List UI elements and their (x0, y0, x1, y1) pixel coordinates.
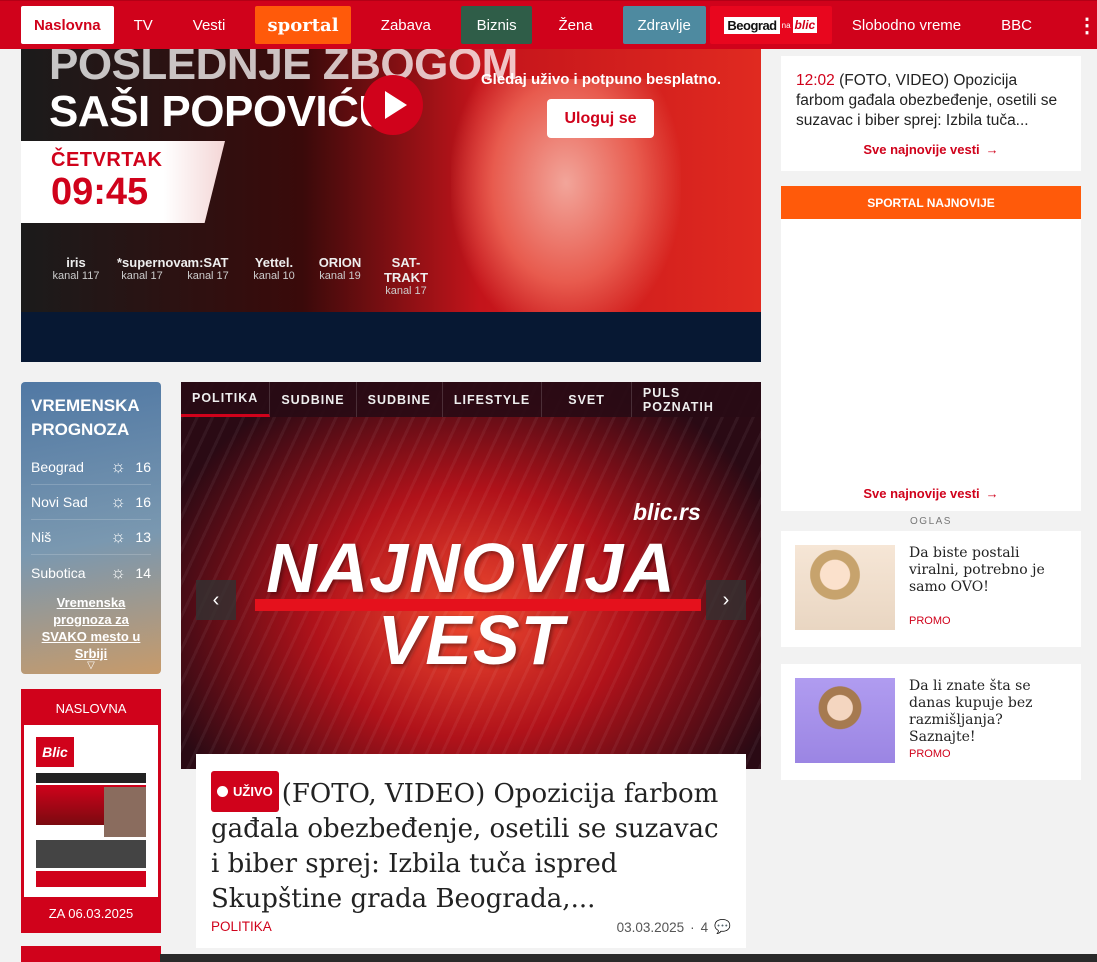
chevron-down-icon[interactable]: ▽ (31, 660, 151, 671)
promo-image (795, 545, 895, 630)
tab-puls-poznatih[interactable]: PULS POZNATIH (632, 382, 761, 417)
nav-tv[interactable]: TV (114, 6, 173, 44)
live-badge: UŽIVO (211, 771, 279, 812)
nav-zdravlje[interactable]: Zdravlje (622, 6, 706, 44)
tab-sudbine[interactable]: SUDBINE (270, 382, 357, 417)
channel-logo: m:SAT kanal 17 (187, 255, 229, 282)
nav-naslovna[interactable]: Naslovna (21, 6, 114, 44)
nav-sportal[interactable]: sportal (255, 6, 351, 44)
channel-logo: *supernova kanal 17 (117, 255, 188, 282)
tab-lifestyle[interactable]: LIFESTYLE (443, 382, 543, 417)
weather-row[interactable]: Novi Sad ☼ 16 (31, 485, 151, 520)
nav-zena[interactable]: Žena (538, 6, 612, 44)
main-story-image[interactable]: POLITIKA SUDBINE SUDBINE LIFESTYLE SVET … (181, 382, 761, 769)
comment-count[interactable]: 4 (701, 920, 709, 935)
weather-widget: VREMENSKA PROGNOZA Beograd ☼ 16 Novi Sad ☼ 1… (21, 382, 161, 674)
more-menu-icon[interactable]: ⋮ (1077, 13, 1097, 38)
comment-icon[interactable]: 💬 (714, 919, 731, 935)
broadcast-time: ČETVRTAK 09:45 (21, 141, 225, 223)
story-category[interactable]: POLITIKA (211, 919, 272, 935)
tab-svet[interactable]: SVET (542, 382, 632, 417)
latest-news-item[interactable]: 12:02 (FOTO, VIDEO) Opozicija farbom gađ… (796, 71, 1066, 131)
nav-vesti[interactable]: Vesti (173, 6, 246, 44)
front-page-title: NASLOVNA (55, 701, 127, 716)
weather-row[interactable]: Beograd ☼ 16 (31, 450, 151, 485)
promo-card[interactable]: Da biste postali viralni, potrebno je sa… (781, 531, 1081, 647)
weather-row[interactable]: Subotica ☼ 14 (31, 555, 151, 590)
live-dot-icon (217, 786, 228, 797)
channel-logo: Yettel. kanal 10 (253, 255, 295, 282)
front-page-date: ZA 06.03.2025 (48, 906, 134, 921)
weather-title: VREMENSKA PROGNOZA (31, 396, 139, 439)
all-latest-news-link[interactable]: Sve najnovije vesti → (796, 142, 1066, 157)
arrow-right-icon: → (985, 142, 999, 157)
sportal-all-news-link[interactable]: Sve najnovije vesti → (781, 486, 1081, 501)
promo-card[interactable]: Da li znate šta se danas kupuje bez razm… (781, 664, 1081, 780)
promo-image (795, 678, 895, 763)
chevron-right-icon: › (722, 588, 730, 611)
banner-title: POSLEDNJE ZBOGOM SAŠI POPOVIĆU (49, 49, 518, 136)
tv-promo-banner[interactable]: POSLEDNJE ZBOGOM SAŠI POPOVIĆU ČETVRTAK … (21, 49, 761, 312)
sun-icon: ☼ (110, 562, 126, 582)
nav-slobodno-vreme[interactable]: Slobodno vreme (832, 6, 981, 44)
weather-all-locations-link[interactable]: Vremenska prognoza za SVAKO mesto u Srbi… (31, 594, 151, 662)
chevron-left-icon: ‹ (212, 588, 220, 611)
nav-biznis[interactable]: Biznis (460, 6, 533, 44)
channel-logo: ORION kanal 19 (318, 255, 362, 282)
beograd-na-blic-logo: Beograd na blic (724, 16, 818, 34)
tab-sudbine[interactable]: SUDBINE (357, 382, 443, 417)
story-meta: POLITIKA 03.03.2025 · 4 💬 (211, 919, 731, 935)
blic-rs-logo: blic.rs (633, 499, 701, 525)
top-nav: Naslovna TV Vesti sportal Zabava Biznis … (0, 0, 1097, 49)
latest-news-box: 12:02 (FOTO, VIDEO) Opozicija farbom gađ… (781, 56, 1081, 171)
sportal-latest-header: SPORTAL NAJNOVIJE (781, 186, 1081, 219)
tab-politika[interactable]: POLITIKA (181, 382, 271, 417)
blic-logo: Blic (36, 737, 74, 767)
banner-cta-text: Gledaj uživo i potpuno besplatno. (481, 71, 721, 88)
login-button[interactable]: Uloguj se (547, 99, 654, 138)
slider-prev-button[interactable]: ‹ (196, 580, 236, 620)
nav-zabava[interactable]: Zabava (361, 6, 451, 44)
channel-list: iris kanal 117 *supernova kanal 17 m:SAT ka… (51, 255, 431, 297)
sun-icon: ☼ (110, 527, 126, 546)
channel-logo: SAT-TRAKT kanal 17 (383, 255, 429, 297)
bottom-bar (160, 954, 1097, 962)
arrow-right-icon: → (985, 486, 999, 501)
nav-bbc[interactable]: BBC (981, 6, 1052, 44)
front-page-widget[interactable]: NASLOVNA Blic ZA 06.03.2025 (21, 689, 161, 933)
category-tabs: POLITIKA SUDBINE SUDBINE LIFESTYLE SVET … (181, 382, 761, 417)
sportal-latest-box: SPORTAL NAJNOVIJE Sve najnovije vesti → (781, 186, 1081, 511)
sun-icon: ☼ (110, 457, 126, 476)
banner-bottom-strip (21, 312, 761, 362)
image-text-najnovija: NAJNOVIJA (266, 529, 676, 607)
play-icon[interactable] (363, 75, 423, 135)
ad-label: OGLAS (910, 516, 952, 527)
weather-row[interactable]: Niš ☼ 13 (31, 520, 151, 555)
next-widget-top (21, 946, 161, 962)
story-date: 03.03.2025 (616, 919, 685, 935)
front-page-cover-image[interactable]: Blic (24, 725, 158, 897)
promo-tag: PROMO (909, 748, 951, 760)
promo-tag: PROMO (909, 615, 951, 627)
main-story-card[interactable]: UŽIVO (FOTO, VIDEO) Opozicija farbom gađa… (196, 754, 746, 948)
sun-icon: ☼ (110, 492, 126, 511)
slider-next-button[interactable]: › (706, 580, 746, 620)
nav-beograd-na-blic[interactable]: Beograd na blic (709, 6, 832, 44)
channel-logo: iris kanal 117 (52, 255, 100, 282)
main-story-headline[interactable]: UŽIVO (FOTO, VIDEO) Opozicija farbom gađa… (211, 771, 731, 917)
image-text-vest: VEST (377, 601, 565, 679)
